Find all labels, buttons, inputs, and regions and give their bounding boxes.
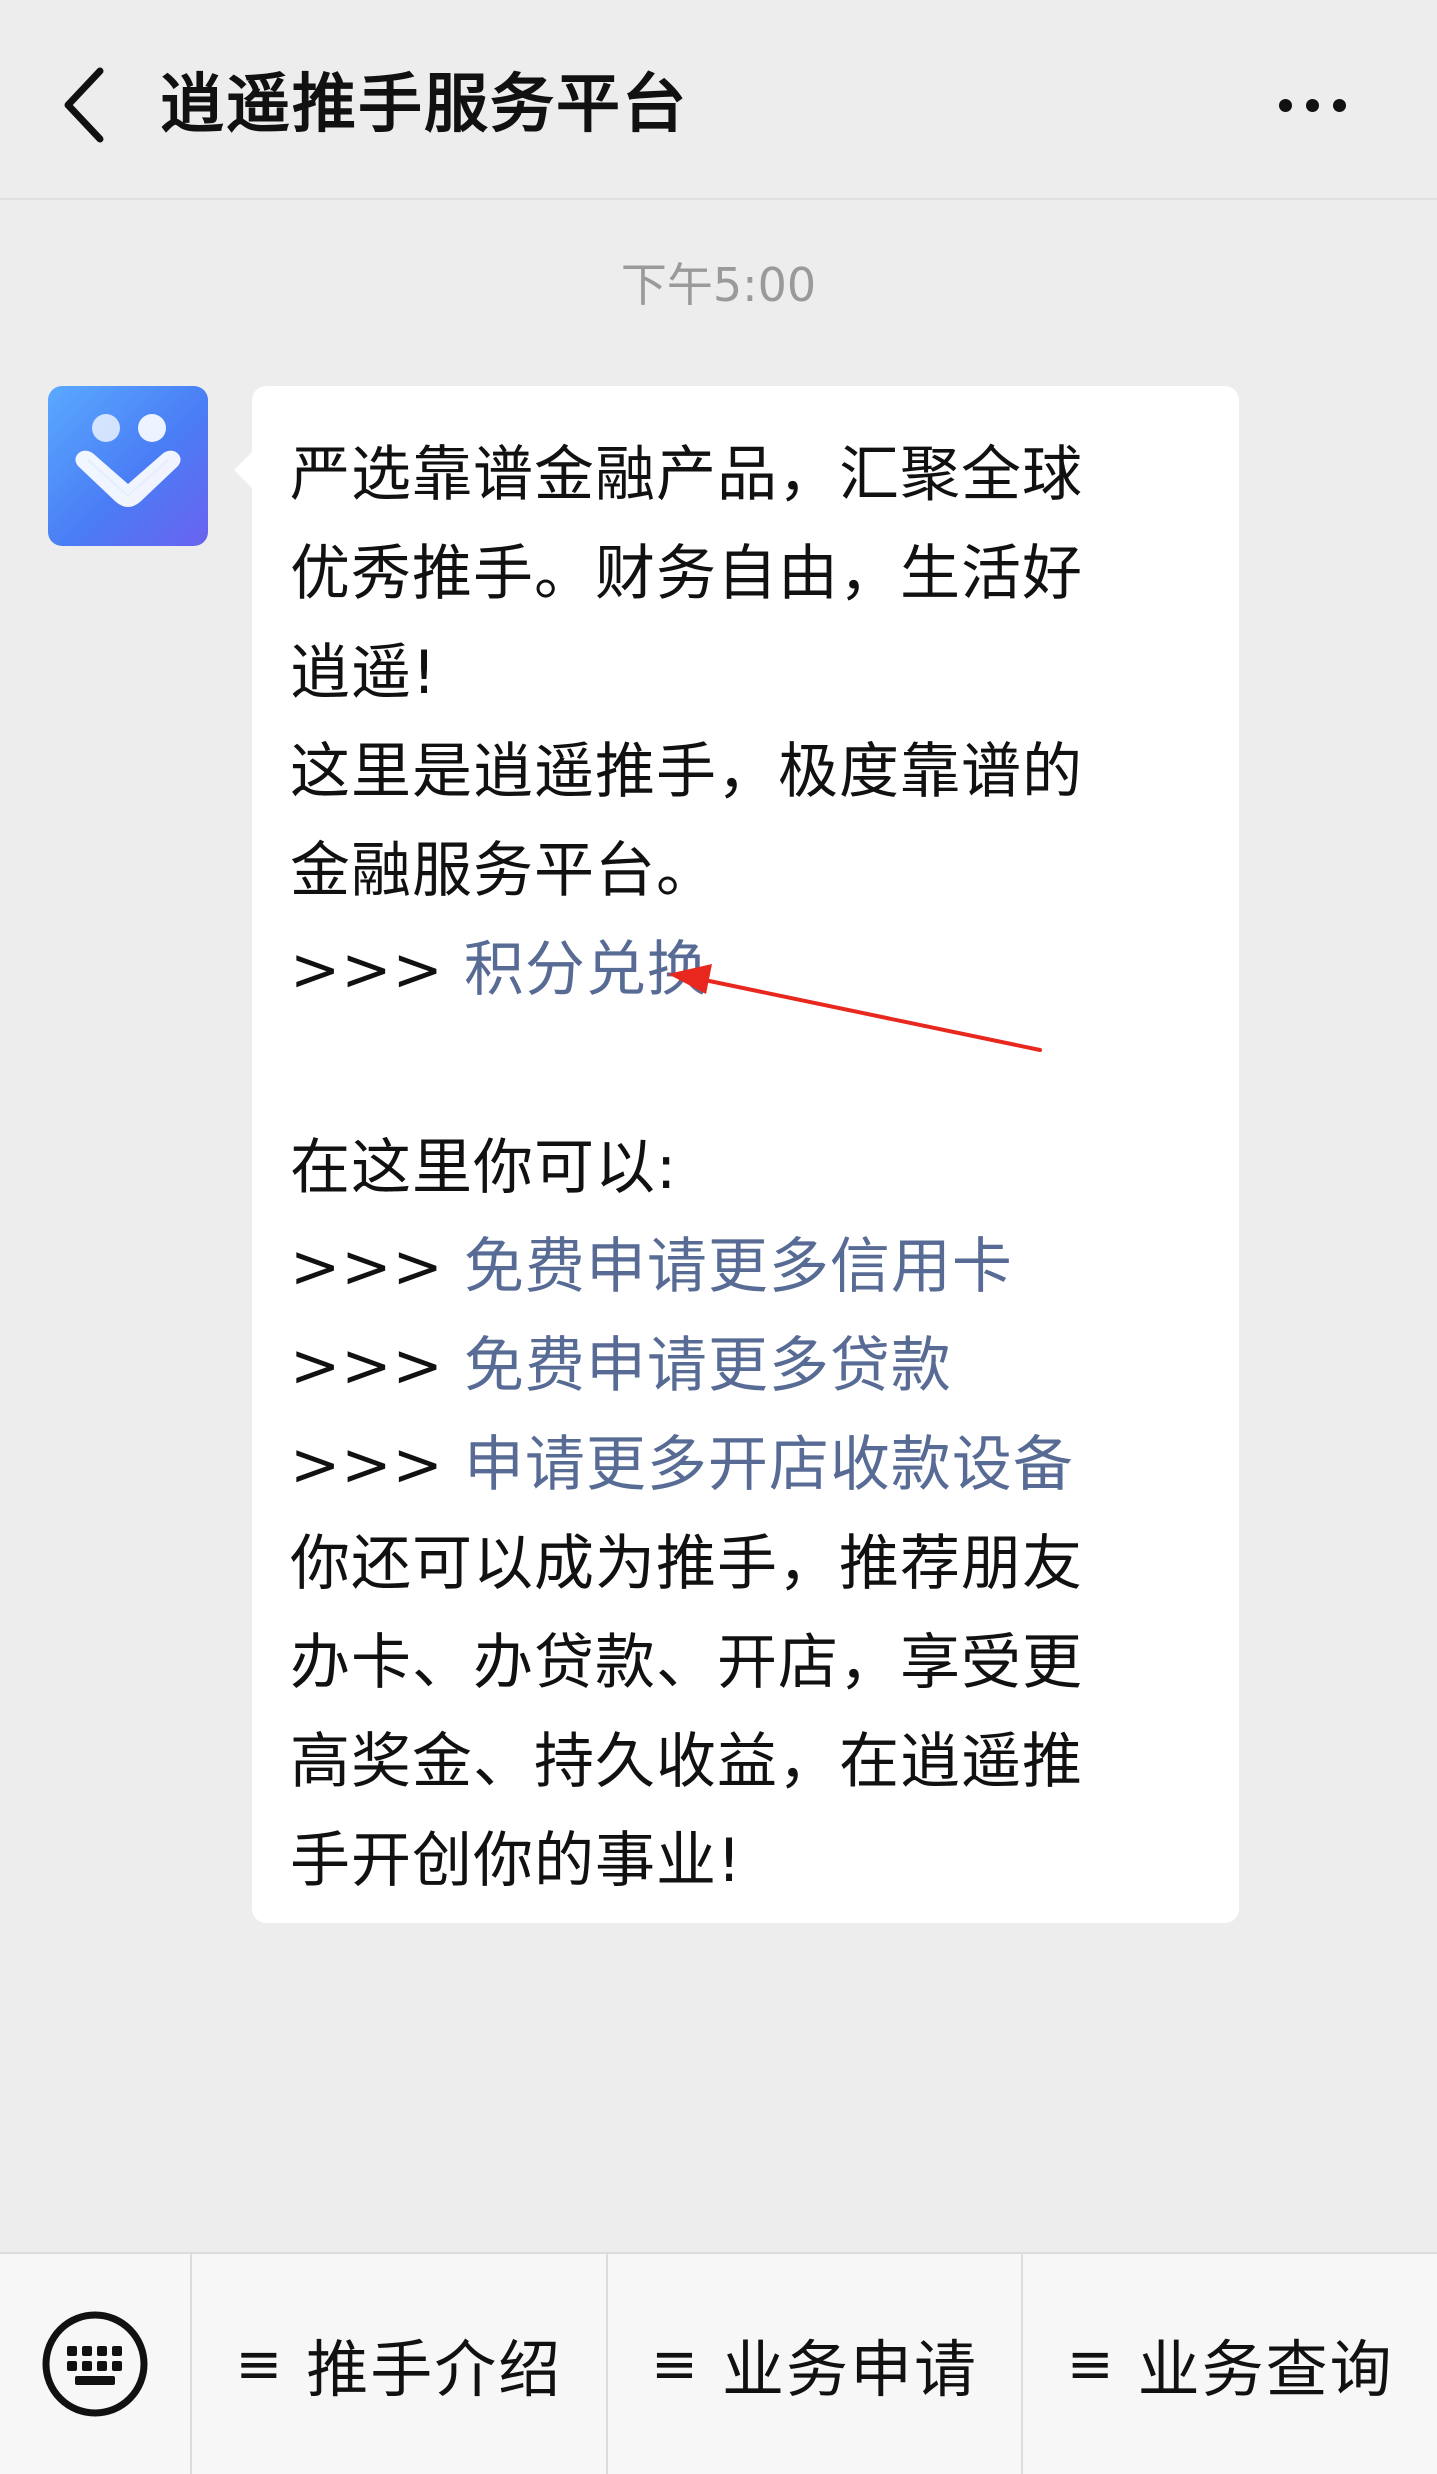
menu-list-icon: ≡ [651,2331,700,2397]
message-line: 你还可以成为推手，推荐朋友 [290,1529,1083,1599]
message-line: 严选靠谱金融产品，汇聚全球 [290,440,1083,510]
points-link-row: >>> 积分兑换 [290,921,1203,1020]
loan-link[interactable]: 免费申请更多贷款 [464,1331,952,1401]
message-line: 办卡、办贷款、开店，享受更 [290,1628,1083,1698]
intro-text: 在这里你可以: [290,1133,678,1203]
loan-link-row: >>> 免费申请更多贷款 [290,1317,1203,1416]
menu-item-query[interactable]: ≡ 业务查询 [1021,2253,1437,2474]
link-prefix: >>> [290,935,464,1005]
message-line: 金融服务平台。 [290,836,717,906]
keyboard-icon [42,2311,148,2417]
menu-item-label: 推手介绍 [306,2333,563,2406]
message-line: 高奖金、持久收益，在逍遥推 [290,1727,1083,1797]
menu-list-icon: ≡ [235,2331,285,2397]
link-prefix: >>> [290,1430,464,1500]
link-prefix: >>> [290,1331,464,1401]
message-line: 手开创你的事业! [290,1826,743,1896]
more-dots-icon [1278,98,1292,112]
brand-logo-icon [75,414,181,507]
chat-screen: 逍遥推手服务平台 下午5:00 严选靠谱金融产品，汇聚全球 优秀推手。财务自由，… [0,0,1437,2474]
top-bar: 逍遥推手服务平台 [0,0,1437,200]
points-exchange-link[interactable]: 积分兑换 [464,935,708,1005]
message-line: 优秀推手。财务自由，生活好 [290,539,1083,609]
message-line: 逍遥! [290,638,438,708]
menu-item-label: 业务申请 [721,2333,978,2406]
credit-card-link-row: >>> 免费申请更多信用卡 [290,1218,1203,1317]
credit-card-link[interactable]: 免费申请更多信用卡 [464,1232,1013,1302]
link-prefix: >>> [290,1232,464,1302]
message-bubble: 严选靠谱金融产品，汇聚全球 优秀推手。财务自由，生活好 逍遥! 这里是逍遥推手，… [234,386,1239,1923]
page-title: 逍遥推手服务平台 [160,68,688,142]
menu-item-intro[interactable]: ≡ 推手介绍 [192,2253,606,2474]
avatar[interactable] [48,386,208,546]
menu-list-icon: ≡ [1066,2331,1116,2397]
pos-device-link[interactable]: 申请更多开店收款设备 [464,1430,1074,1500]
message-line: 这里是逍遥推手，极度靠谱的 [290,737,1083,807]
menu-item-apply[interactable]: ≡ 业务申请 [605,2253,1022,2474]
keyboard-toggle-button[interactable] [0,2253,192,2474]
menu-item-label: 业务查询 [1137,2333,1394,2406]
more-button[interactable] [1247,70,1377,140]
message-timestamp: 下午5:00 [620,258,817,312]
pos-device-link-row: >>> 申请更多开店收款设备 [290,1416,1203,1515]
chevron-left-icon [64,67,104,143]
bottom-menu-bar: ≡ 推手介绍 ≡ 业务申请 ≡ 业务查询 [0,2252,1437,2474]
back-button[interactable] [40,55,130,155]
